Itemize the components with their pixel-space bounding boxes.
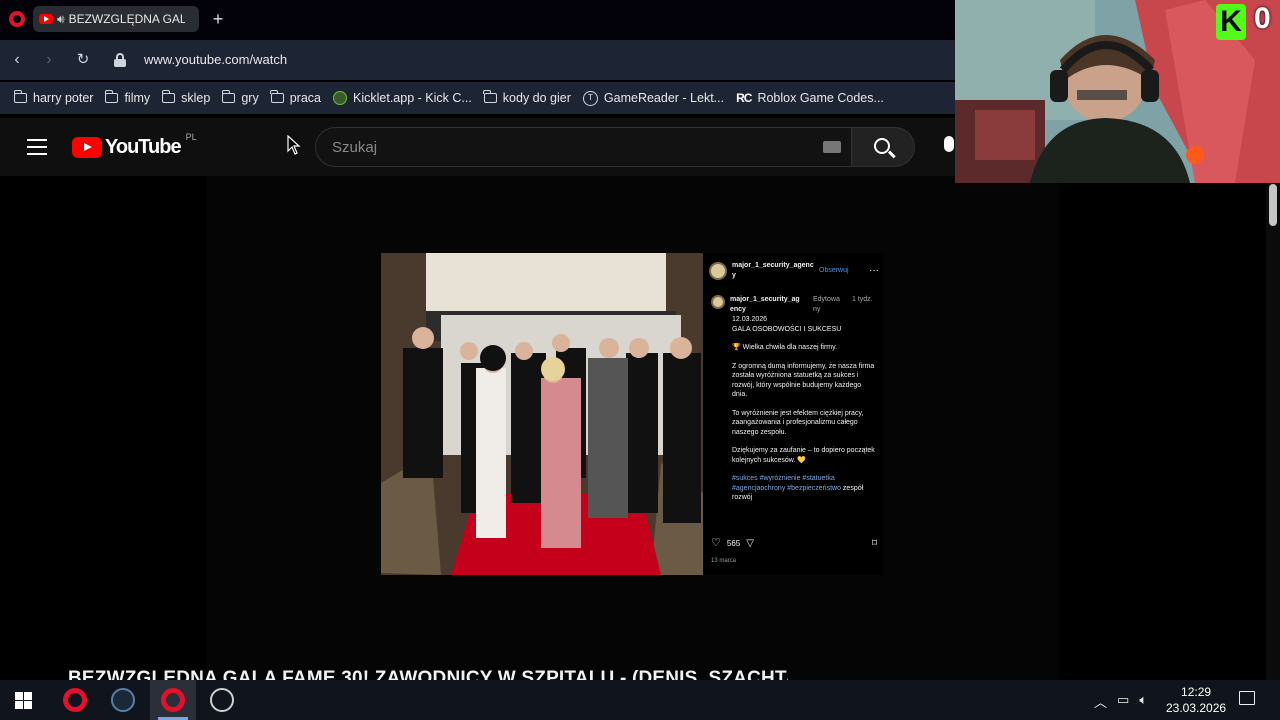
ig-caption-date: 12.03.2026	[732, 316, 768, 323]
url-field[interactable]: www.youtube.com/watch	[144, 52, 287, 67]
ig-hashtags: #sukces #wyróżnienie #statuetka #agencja…	[732, 475, 841, 492]
ig-edited-label: Edytowa ny	[813, 296, 840, 313]
bookmark-gamereader[interactable]: T GameReader - Lekt...	[582, 90, 725, 106]
folder-icon	[104, 90, 119, 103]
opera-gx-taskbar-icon[interactable]	[161, 688, 185, 712]
windows-taskbar: ︿ ▭ 🔈︎ 12:29 23.03.2026	[0, 680, 1280, 720]
windows-start-icon[interactable]	[15, 692, 32, 709]
share-icon: ▽	[746, 538, 754, 549]
search-placeholder: Szukaj	[332, 139, 378, 156]
bookmark-gry[interactable]: gry	[221, 90, 259, 105]
forward-arrow-icon[interactable]: ›	[39, 50, 59, 70]
taskbar-clock[interactable]: 12:29 23.03.2026	[1166, 684, 1226, 716]
heart-icon: ♡	[711, 537, 721, 549]
menu-hamburger-icon[interactable]	[27, 139, 47, 155]
ig-paragraph: 🏆 Wielka chwila dla naszej firmy.	[732, 344, 838, 351]
folder-icon	[270, 90, 284, 103]
ig-caption-user: major_1_security_ag ency	[730, 296, 800, 313]
more-dots-icon: ···	[869, 264, 879, 276]
black-bar-left	[0, 176, 206, 680]
bookmark-label: Roblox Game Codes...	[757, 91, 884, 105]
browser-tab-active[interactable]: 🔊︎ BEZWZGLĘDNA GALA	[33, 6, 199, 32]
opera-taskbar-icon[interactable]	[63, 688, 87, 712]
bookmark-label: kody do gier	[502, 91, 571, 105]
kick-logo-icon: K	[1216, 4, 1246, 40]
youtube-play-icon	[72, 137, 102, 158]
steam-taskbar-icon[interactable]	[111, 688, 135, 712]
address-bar: ‹ › ↻ www.youtube.com/watch	[0, 40, 955, 80]
bookmark-label: sklep	[181, 91, 211, 105]
speaker-icon[interactable]: 🔊︎	[57, 12, 65, 27]
bookmark-label: GameReader - Lekt...	[603, 91, 725, 105]
bookmark-icon: ⌑	[871, 538, 877, 549]
folder-icon	[221, 90, 236, 103]
keyboard-icon[interactable]	[823, 141, 841, 153]
ig-post-photo	[381, 253, 703, 575]
bookmark-praca[interactable]: praca	[270, 90, 321, 105]
scrollbar-thumb[interactable]	[1269, 184, 1277, 226]
app-taskbar-icon[interactable]	[210, 688, 234, 712]
ig-post-header: major_1_security_agenc y Obserwuj ···	[709, 261, 879, 280]
tab-title: BEZWZGLĘDNA GALA	[68, 12, 185, 26]
ig-caption-title: GALA OSOBOWOŚCI I SUKCESU	[732, 325, 842, 333]
volume-icon[interactable]: 🔈︎	[1139, 692, 1147, 711]
bookmark-label: gry	[241, 91, 259, 105]
folder-icon	[161, 90, 176, 103]
kicklet-icon	[333, 91, 347, 105]
bookmark-sklep[interactable]: sklep	[161, 90, 211, 105]
bookmark-label: praca	[289, 91, 321, 105]
new-tab-plus-icon[interactable]: +	[208, 9, 228, 29]
system-tray: ︿ ▭ 🔈︎	[1094, 692, 1147, 711]
bookmark-filmy[interactable]: filmy	[104, 90, 151, 105]
search-button[interactable]	[851, 127, 915, 167]
ig-caption: major_1_security_ag ency Edytowa ny 1 ty…	[711, 295, 877, 314]
ig-post-age: 1 tydz.	[852, 296, 873, 303]
ig-avatar	[709, 261, 727, 280]
bookmark-label: Kicklet.app - Kick C...	[353, 91, 472, 105]
notification-icon[interactable]	[1239, 691, 1255, 705]
gamereader-icon: T	[582, 90, 598, 106]
network-icon[interactable]: ▭	[1117, 692, 1129, 711]
region-label: PL	[185, 132, 197, 142]
reload-icon[interactable]: ↻	[73, 50, 93, 70]
rc-icon: RC	[736, 91, 752, 105]
bookmark-kicklet[interactable]: Kicklet.app - Kick C...	[333, 91, 472, 105]
ig-post-panel: major_1_security_agenc y Obserwuj ··· ma…	[703, 253, 883, 575]
ig-actions: ♡ 565 ▽ ⌑	[711, 537, 877, 549]
black-bar-right	[1059, 176, 1266, 680]
lock-icon[interactable]	[114, 53, 126, 67]
ig-paragraph: To wyróżnienie jest efektem ciężkiej pra…	[732, 409, 864, 436]
ig-paragraph: Z ogromną dumą informujemy, że nasza fir…	[732, 362, 875, 399]
ig-caption-text: 12.03.2026 GALA OSOBOWOŚCI I SUKCESU 🏆 W…	[732, 315, 876, 503]
chevron-up-icon[interactable]: ︿	[1094, 692, 1107, 711]
bookmark-roblox-codes[interactable]: RC Roblox Game Codes...	[736, 91, 884, 105]
ig-follow-link: Obserwuj	[819, 266, 849, 274]
search-icon	[874, 138, 890, 154]
search-input[interactable]: Szukaj	[315, 127, 851, 167]
bookmark-label: harry poter	[33, 91, 94, 105]
ig-avatar-small	[711, 295, 725, 309]
kick-viewer-count: 0	[1254, 2, 1271, 35]
page-scrollbar[interactable]	[1266, 176, 1280, 680]
folder-icon	[13, 90, 27, 103]
bookmark-harry-poter[interactable]: harry poter	[13, 90, 94, 105]
youtube-wordmark: YouTube	[105, 136, 182, 158]
clock-date: 23.03.2026	[1166, 701, 1227, 715]
opera-logo-icon[interactable]	[9, 11, 25, 27]
back-arrow-icon[interactable]: ‹	[7, 50, 27, 70]
ig-paragraph: Dziękujemy za zaufanie – to dopiero pocz…	[732, 447, 875, 464]
microphone-icon[interactable]	[944, 136, 954, 152]
ig-likes: 565	[726, 539, 741, 548]
ig-post-date: 13 marca	[711, 558, 737, 564]
clock-time: 12:29	[1181, 685, 1212, 699]
bookmark-label: filmy	[124, 91, 151, 105]
youtube-logo[interactable]: YouTube PL	[72, 132, 197, 159]
ig-username: major_1_security_agenc y	[732, 262, 814, 279]
bookmarks-bar: harry poter filmy sklep gry praca Kickle…	[0, 82, 955, 114]
youtube-favicon-icon	[39, 14, 53, 24]
folder-icon	[483, 90, 497, 103]
bookmark-kody-do-gier[interactable]: kody do gier	[483, 90, 571, 105]
